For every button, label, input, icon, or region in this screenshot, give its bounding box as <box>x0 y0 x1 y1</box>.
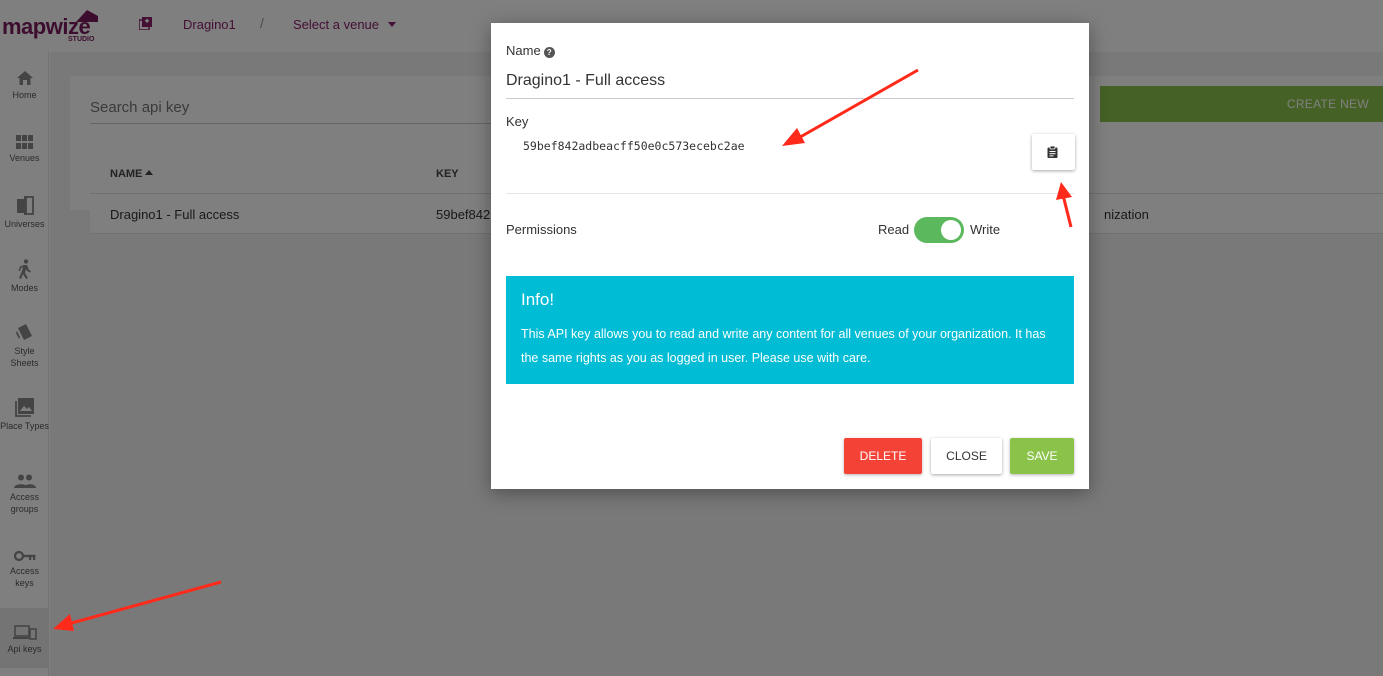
api-key-dialog: Name? Dragino1 - Full access Key 59bef84… <box>491 23 1089 489</box>
key-label: Key <box>506 114 529 129</box>
name-label: Name? <box>506 43 555 58</box>
info-alert: Info! This API key allows you to read an… <box>506 276 1074 384</box>
read-label: Read <box>878 222 910 237</box>
delete-button[interactable]: DELETE <box>844 438 922 474</box>
toggle-knob <box>941 220 961 240</box>
permissions-label: Permissions <box>506 222 577 237</box>
key-field[interactable]: 59bef842adbeacff50e0c573ecebc2ae <box>506 134 1032 162</box>
name-field[interactable]: Dragino1 - Full access <box>506 72 1074 99</box>
help-icon[interactable]: ? <box>543 47 555 58</box>
info-text: This API key allows you to read and writ… <box>521 327 1046 365</box>
write-label: Write <box>970 222 1001 237</box>
clipboard-icon <box>1047 146 1058 158</box>
permission-toggle[interactable] <box>914 217 964 243</box>
divider <box>506 193 1074 194</box>
copy-key-button[interactable] <box>1032 134 1075 170</box>
info-title: Info! <box>521 290 555 309</box>
close-button[interactable]: CLOSE <box>931 438 1002 474</box>
save-button[interactable]: SAVE <box>1010 438 1074 474</box>
